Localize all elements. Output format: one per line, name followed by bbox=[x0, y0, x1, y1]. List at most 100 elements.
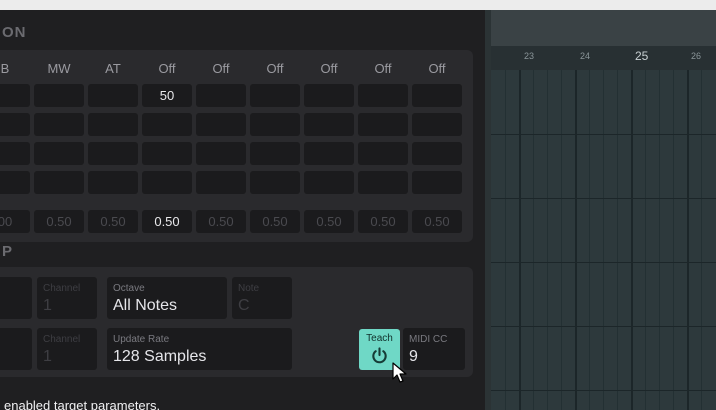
matrix-cell[interactable] bbox=[34, 84, 84, 107]
octave-field[interactable]: Octave All Notes bbox=[107, 277, 227, 319]
grid-line bbox=[575, 70, 577, 410]
midi-settings-box: Channel 1 Octave All Notes Note C Channe… bbox=[0, 267, 473, 377]
matrix-cell[interactable] bbox=[0, 113, 30, 136]
depth-value[interactable]: 0.50 bbox=[358, 210, 408, 233]
midi-mode-field-2[interactable] bbox=[0, 328, 32, 370]
modulation-section-title: ON bbox=[2, 24, 27, 41]
track-separator bbox=[491, 198, 716, 199]
column-header-b[interactable]: B bbox=[0, 58, 30, 80]
matrix-cell[interactable] bbox=[196, 84, 246, 107]
grid-line bbox=[631, 70, 633, 410]
modulation-panel: ON B MW AT Off Off Off Off Off Off 50 00… bbox=[0, 10, 485, 410]
sequencer-view: 23 24 25 26 bbox=[491, 10, 716, 410]
channel-label: Channel bbox=[43, 334, 81, 345]
matrix-cell[interactable] bbox=[304, 171, 354, 194]
grid-line bbox=[659, 70, 660, 410]
channel-label: Channel bbox=[43, 283, 81, 294]
midi-section-title: P bbox=[2, 243, 14, 260]
update-rate-field[interactable]: Update Rate 128 Samples bbox=[107, 328, 292, 370]
column-header-8[interactable]: Off bbox=[358, 58, 408, 80]
channel-field-2[interactable]: Channel 1 bbox=[37, 328, 97, 370]
matrix-cell[interactable] bbox=[250, 142, 300, 165]
matrix-cell[interactable] bbox=[304, 113, 354, 136]
matrix-cell[interactable] bbox=[0, 142, 30, 165]
matrix-cell[interactable] bbox=[88, 171, 138, 194]
matrix-cell[interactable] bbox=[358, 142, 408, 165]
note-label: Note bbox=[238, 283, 260, 294]
matrix-cell[interactable] bbox=[142, 171, 192, 194]
matrix-cell[interactable] bbox=[412, 84, 462, 107]
channel-field[interactable]: Channel 1 bbox=[37, 277, 97, 319]
matrix-cell[interactable] bbox=[196, 171, 246, 194]
channel-value: 1 bbox=[43, 348, 52, 365]
timeline-ruler[interactable]: 23 24 25 26 bbox=[491, 46, 716, 70]
column-header-4[interactable]: Off bbox=[142, 58, 192, 80]
grid-line bbox=[673, 70, 674, 410]
grid-line bbox=[617, 70, 618, 410]
depth-value[interactable]: 0.50 bbox=[142, 210, 192, 233]
matrix-cell[interactable] bbox=[88, 142, 138, 165]
depth-value[interactable]: 0.50 bbox=[304, 210, 354, 233]
column-header-9[interactable]: Off bbox=[412, 58, 462, 80]
sequencer-toolbar bbox=[491, 10, 716, 46]
matrix-cell[interactable] bbox=[196, 113, 246, 136]
update-rate-label: Update Rate bbox=[113, 334, 170, 345]
power-icon bbox=[370, 346, 389, 370]
matrix-cell[interactable] bbox=[196, 142, 246, 165]
matrix-cell[interactable] bbox=[358, 113, 408, 136]
column-header-7[interactable]: Off bbox=[304, 58, 354, 80]
column-header-at[interactable]: AT bbox=[88, 58, 138, 80]
matrix-cell[interactable] bbox=[142, 113, 192, 136]
column-header-6[interactable]: Off bbox=[250, 58, 300, 80]
matrix-cell[interactable] bbox=[88, 84, 138, 107]
matrix-cell[interactable] bbox=[34, 142, 84, 165]
midi-mode-field[interactable] bbox=[0, 277, 32, 319]
matrix-cell[interactable] bbox=[0, 171, 30, 194]
column-header-5[interactable]: Off bbox=[196, 58, 246, 80]
matrix-cell[interactable] bbox=[304, 142, 354, 165]
matrix-cell[interactable] bbox=[358, 171, 408, 194]
grid-line bbox=[547, 70, 548, 410]
note-field[interactable]: Note C bbox=[232, 277, 292, 319]
midi-cc-field[interactable]: MIDI CC 9 bbox=[403, 328, 465, 370]
mouse-pointer-icon bbox=[392, 362, 408, 389]
matrix-cell[interactable] bbox=[250, 171, 300, 194]
grid-line bbox=[533, 70, 534, 410]
matrix-cell[interactable] bbox=[304, 84, 354, 107]
matrix-cell[interactable] bbox=[412, 113, 462, 136]
depth-value[interactable]: 0.50 bbox=[196, 210, 246, 233]
bar-number: 23 bbox=[524, 51, 535, 61]
column-header-mw[interactable]: MW bbox=[34, 58, 84, 80]
grid-line bbox=[561, 70, 562, 410]
depth-value[interactable]: 0.50 bbox=[88, 210, 138, 233]
matrix-cell[interactable] bbox=[34, 113, 84, 136]
matrix-cell[interactable] bbox=[250, 84, 300, 107]
matrix-cell[interactable] bbox=[412, 171, 462, 194]
matrix-cell[interactable] bbox=[142, 142, 192, 165]
depth-value[interactable]: 00 bbox=[0, 210, 30, 233]
grid-line bbox=[645, 70, 646, 410]
matrix-cell[interactable] bbox=[88, 113, 138, 136]
matrix-cell[interactable] bbox=[34, 171, 84, 194]
matrix-cell[interactable] bbox=[358, 84, 408, 107]
teach-label: Teach bbox=[366, 333, 393, 344]
grid-line bbox=[589, 70, 590, 410]
midi-cc-value: 9 bbox=[409, 348, 418, 365]
grid-line bbox=[519, 70, 521, 410]
grid-line bbox=[701, 70, 702, 410]
grid-line bbox=[603, 70, 604, 410]
matrix-cell[interactable] bbox=[0, 84, 30, 107]
depth-value[interactable]: 0.50 bbox=[250, 210, 300, 233]
track-separator bbox=[491, 390, 716, 391]
track-separator bbox=[491, 134, 716, 135]
app-window: ON B MW AT Off Off Off Off Off Off 50 00… bbox=[0, 10, 716, 410]
matrix-cell[interactable]: 50 bbox=[142, 84, 192, 107]
depth-value[interactable]: 0.50 bbox=[412, 210, 462, 233]
status-text: enabled target parameters. bbox=[4, 398, 161, 410]
matrix-cell[interactable] bbox=[412, 142, 462, 165]
track-grid[interactable] bbox=[491, 70, 716, 410]
bar-number-current: 25 bbox=[635, 49, 649, 63]
update-rate-value: 128 Samples bbox=[113, 348, 207, 365]
matrix-cell[interactable] bbox=[250, 113, 300, 136]
depth-value[interactable]: 0.50 bbox=[34, 210, 84, 233]
